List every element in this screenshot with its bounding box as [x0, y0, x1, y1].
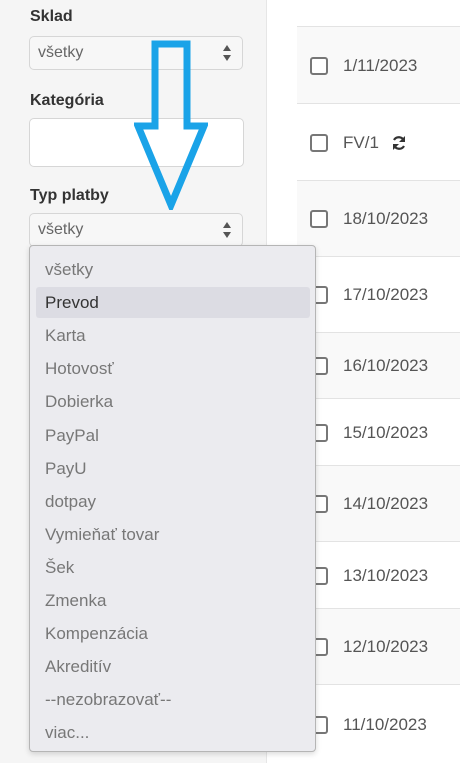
- updown-icon: [223, 45, 231, 61]
- dropdown-option[interactable]: PayU: [36, 453, 310, 484]
- updown-icon: [223, 222, 231, 238]
- dropdown-option[interactable]: PayPal: [36, 420, 310, 451]
- row-date-text: 16/10/2023: [343, 356, 429, 375]
- dropdown-option[interactable]: Kompenzácia: [36, 618, 310, 649]
- dropdown-option[interactable]: Hotovosť: [36, 353, 310, 384]
- dropdown-option[interactable]: Dobierka: [36, 386, 310, 417]
- dropdown-option[interactable]: Prevod: [36, 287, 310, 319]
- sklad-select-value: všetky: [38, 44, 84, 61]
- row-date-text: 12/10/2023: [343, 637, 429, 656]
- row-date-text: 1/11/2023: [343, 56, 418, 75]
- dropdown-option[interactable]: všetky: [36, 254, 310, 285]
- dropdown-option[interactable]: --nezobrazovať--: [36, 684, 310, 715]
- row-date-text: 14/10/2023: [343, 494, 429, 513]
- table-row[interactable]: 15/10/2023: [297, 398, 460, 465]
- dropdown-option[interactable]: dotpay: [36, 486, 310, 517]
- row-date-text: 13/10/2023: [343, 566, 429, 585]
- table-row[interactable]: 11/10/2023: [297, 684, 460, 763]
- table-row[interactable]: 13/10/2023: [297, 541, 460, 608]
- dropdown-option[interactable]: Karta: [36, 320, 310, 351]
- dropdown-option[interactable]: Šek: [36, 552, 310, 583]
- sklad-select[interactable]: všetky: [29, 36, 243, 70]
- table-row[interactable]: 18/10/2023: [297, 180, 460, 256]
- table-row[interactable]: 14/10/2023: [297, 465, 460, 541]
- typ-platby-select-value: všetky: [38, 221, 84, 238]
- table-row[interactable]: 12/10/2023: [297, 608, 460, 684]
- row-date-text: 17/10/2023: [343, 285, 429, 304]
- row-date-text: 18/10/2023: [343, 209, 429, 228]
- typ-platby-dropdown[interactable]: všetky Prevod Karta Hotovosť Dobierka PayPal P…: [29, 245, 316, 752]
- table-row[interactable]: 17/10/2023: [297, 256, 460, 332]
- table-row[interactable]: FV/1: [297, 103, 460, 180]
- dropdown-option[interactable]: Zmenka: [36, 585, 310, 616]
- row-checkbox[interactable]: [310, 57, 328, 75]
- row-checkbox[interactable]: [310, 134, 328, 152]
- kategoria-input[interactable]: [29, 118, 244, 167]
- refresh-icon[interactable]: [391, 135, 407, 151]
- dropdown-option[interactable]: viac...: [36, 717, 310, 748]
- dropdown-option[interactable]: Vymieňať tovar: [36, 519, 310, 550]
- dropdown-option[interactable]: Akreditív: [36, 651, 310, 682]
- kategoria-label: Kategória: [30, 92, 104, 109]
- row-date-text: 11/10/2023: [343, 715, 427, 734]
- row-checkbox[interactable]: [310, 210, 328, 228]
- typ-platby-select[interactable]: všetky: [29, 213, 243, 247]
- row-date-text: 15/10/2023: [343, 423, 429, 442]
- sklad-label: Sklad: [30, 8, 73, 25]
- row-date-text: FV/1: [343, 133, 379, 152]
- table-row[interactable]: 16/10/2023: [297, 332, 460, 398]
- typ-platby-label: Typ platby: [30, 187, 109, 204]
- table-row[interactable]: 1/11/2023: [297, 26, 460, 103]
